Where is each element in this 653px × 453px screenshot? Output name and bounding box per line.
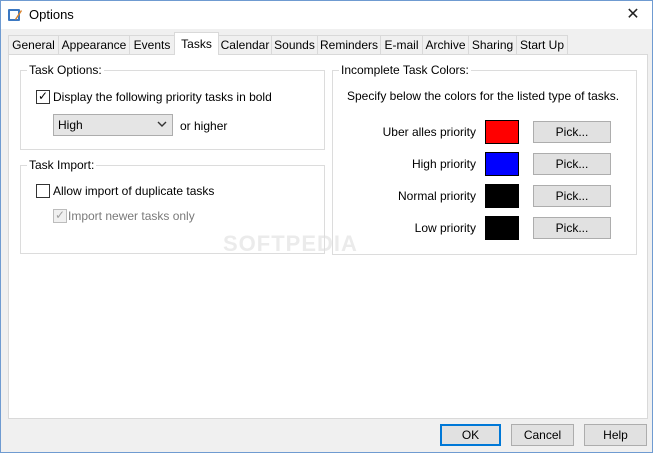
window-title: Options — [29, 7, 74, 22]
colors-description: Specify below the colors for the listed … — [347, 89, 620, 103]
chevron-down-icon — [157, 121, 167, 127]
check-icon: ✓ — [54, 208, 66, 222]
tab-sounds[interactable]: Sounds — [271, 35, 318, 54]
tab-events[interactable]: Events — [129, 35, 175, 54]
pick-normal-button[interactable]: Pick... — [533, 185, 611, 207]
softpedia-watermark: SOFTPEDIA — [223, 231, 358, 256]
tab-label: E-mail — [384, 38, 419, 52]
tab-sharing[interactable]: Sharing — [468, 35, 517, 54]
priority-label-uber: Uber alles priority — [382, 125, 476, 139]
tab-calendar[interactable]: Calendar — [218, 35, 272, 54]
tab-startup[interactable]: Start Up — [516, 35, 568, 54]
priority-label-high: High priority — [411, 157, 476, 171]
tab-label: General — [12, 38, 55, 52]
tab-label: Sharing — [471, 38, 514, 52]
color-swatch-normal — [485, 184, 519, 208]
ok-button[interactable]: OK — [440, 424, 501, 446]
button-label: OK — [461, 428, 480, 442]
tab-label: Events — [133, 38, 171, 52]
tab-tasks[interactable]: Tasks — [174, 32, 219, 55]
title-bar[interactable]: Options ✕ — [1, 1, 652, 29]
tab-label: Appearance — [61, 38, 127, 52]
tab-reminders[interactable]: Reminders — [317, 35, 381, 54]
task-options-group: Task Options: ✓ Display the following pr… — [20, 63, 325, 150]
priority-select[interactable]: High — [53, 114, 173, 136]
or-higher-label: or higher — [180, 119, 228, 133]
color-swatch-high — [485, 152, 519, 176]
tab-label: Tasks — [181, 37, 212, 51]
tab-label: Sounds — [274, 38, 315, 52]
incomplete-colors-group: Incomplete Task Colors: Specify below th… — [332, 63, 637, 255]
group-title: Task Options: — [27, 63, 104, 77]
priority-select-value: High — [58, 118, 83, 132]
cancel-button[interactable]: Cancel — [511, 424, 574, 446]
import-newer-label: Import newer tasks only — [68, 209, 195, 223]
button-label: Cancel — [523, 428, 562, 442]
pick-uber-button[interactable]: Pick... — [533, 121, 611, 143]
pick-low-button[interactable]: Pick... — [533, 217, 611, 239]
pick-high-button[interactable]: Pick... — [533, 153, 611, 175]
color-swatch-uber — [485, 120, 519, 144]
tab-label: Reminders — [319, 38, 379, 52]
button-label: Help — [603, 428, 628, 442]
button-label: Pick... — [555, 157, 589, 171]
allow-duplicates-label: Allow import of duplicate tasks — [53, 184, 215, 198]
priority-label-normal: Normal priority — [397, 189, 476, 203]
tab-label: Start Up — [519, 38, 564, 52]
button-label: Pick... — [555, 221, 589, 235]
button-label: Pick... — [555, 125, 589, 139]
bold-priority-label: Display the following priority tasks in … — [53, 90, 272, 104]
help-button[interactable]: Help — [584, 424, 647, 446]
allow-duplicates-checkbox[interactable] — [36, 184, 50, 198]
tab-general[interactable]: General — [8, 35, 59, 54]
tab-label: Calendar — [220, 38, 270, 52]
bold-priority-checkbox[interactable]: ✓ — [36, 89, 50, 104]
tab-appearance[interactable]: Appearance — [58, 35, 130, 54]
tab-archive[interactable]: Archive — [422, 35, 469, 54]
tab-email[interactable]: E-mail — [380, 35, 423, 54]
close-icon[interactable]: ✕ — [620, 4, 646, 26]
options-window: Options ✕ General Appearance Events Task… — [0, 0, 653, 453]
check-icon: ✓ — [37, 89, 49, 103]
button-label: Pick... — [555, 189, 589, 203]
tab-label: Archive — [425, 38, 466, 52]
group-title: Incomplete Task Colors: — [339, 63, 471, 77]
group-title: Task Import: — [27, 158, 97, 172]
color-swatch-low — [485, 216, 519, 240]
tasks-panel: Task Options: ✓ Display the following pr… — [8, 54, 648, 419]
import-newer-checkbox[interactable]: ✓ — [53, 208, 67, 223]
app-icon — [8, 9, 22, 21]
